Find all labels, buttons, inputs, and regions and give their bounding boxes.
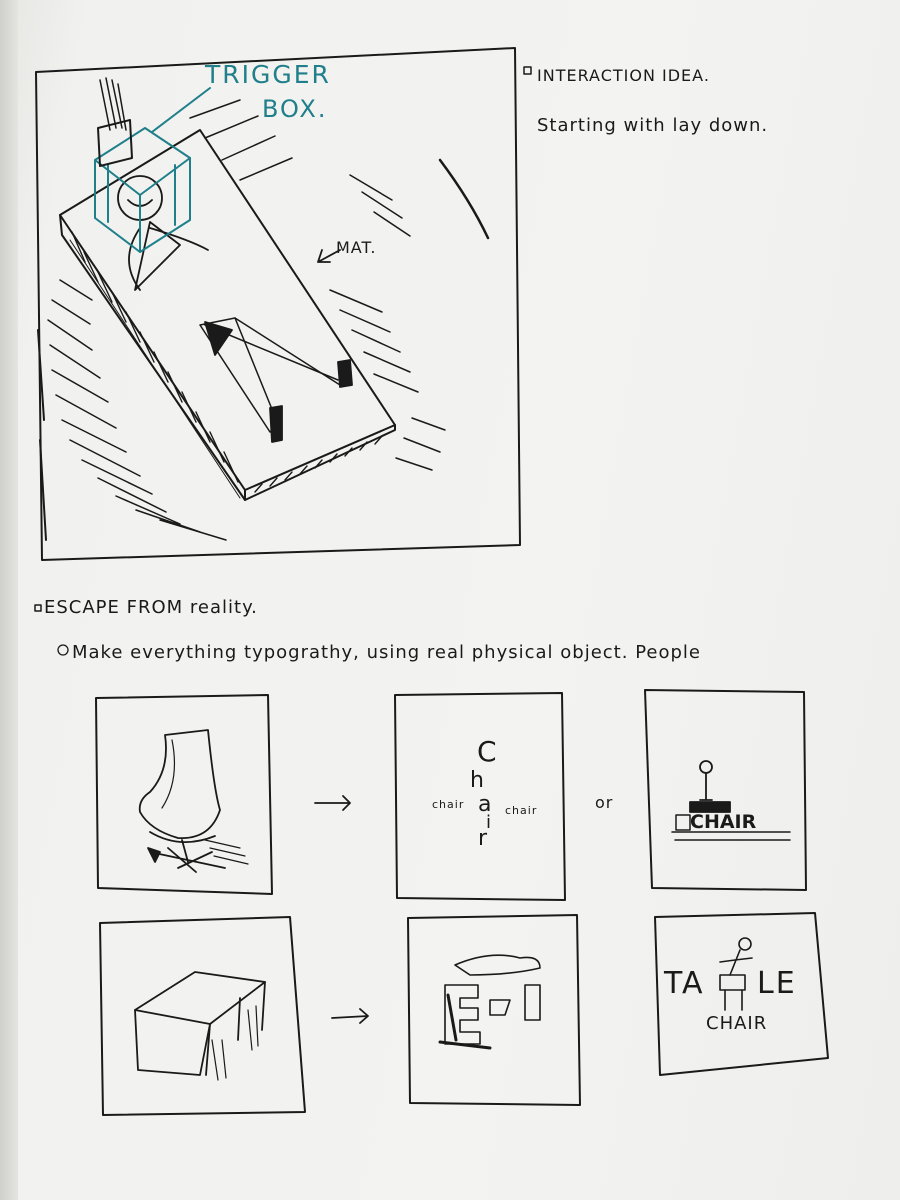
table-word-right: LE [757, 966, 797, 1001]
chair-letter-h: h [470, 768, 485, 793]
table-drawing [134, 971, 266, 1081]
arrow-1 [314, 795, 351, 811]
chair-drawing [138, 729, 249, 873]
table-word-figure [719, 937, 753, 1011]
table-chair-word: CHAIR [706, 1013, 768, 1034]
lying-figure [117, 175, 353, 443]
escape-heading: ESCAPE FROM reality. [44, 597, 258, 618]
interaction-line: Starting with lay down. [537, 115, 769, 136]
trigger-box-drawing [94, 77, 211, 253]
mat-label: MAT. [336, 238, 377, 257]
escape-line: Make everything typograthy, using real p… [72, 642, 701, 663]
table-word-left: TA [664, 966, 705, 1001]
chair-letter-c: C [477, 735, 498, 768]
interaction-heading: INTERACTION IDEA. [537, 66, 710, 85]
panel-frame-table [99, 916, 306, 1116]
chair-word: CHAIR [690, 811, 757, 833]
table-letters-drawing [438, 954, 541, 1050]
escape-line-text: Make everything typograthy, using real p… [72, 642, 636, 663]
box-label: BOX. [262, 95, 328, 123]
trigger-label: TRIGGER [205, 60, 331, 89]
panel-frame-chair-word [644, 689, 807, 891]
panel-frame-chair [95, 694, 273, 895]
mat-shadow-hatching [37, 99, 490, 541]
chair-small-left: chair [432, 798, 465, 811]
chair-letter-r: r [478, 826, 489, 851]
escape-line-tail: People [635, 642, 701, 663]
arrow-2 [331, 1008, 369, 1024]
panel-frame-table-letters [407, 914, 581, 1106]
bullet-circle-1 [57, 644, 69, 656]
bullet-box-2 [34, 604, 42, 612]
chair-small-right: chair [505, 804, 538, 817]
or-label: or [595, 793, 614, 812]
bullet-box-1 [523, 66, 532, 75]
